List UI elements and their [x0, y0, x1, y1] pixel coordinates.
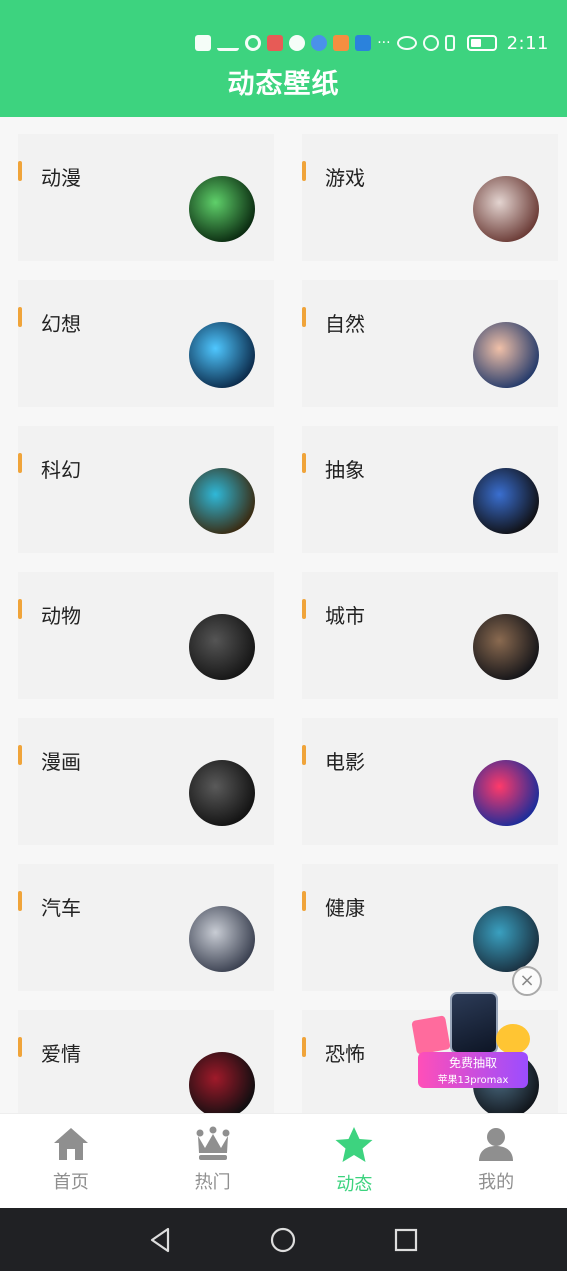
- category-label: 科幻: [41, 458, 81, 482]
- category-card[interactable]: 电影: [302, 718, 558, 845]
- eye-icon: [396, 36, 417, 50]
- more-notifications-icon: ···: [377, 35, 391, 51]
- ad-line1: 免费抽取: [448, 1056, 497, 1070]
- wifi-icon: [245, 35, 262, 51]
- accent-bar: [302, 161, 306, 181]
- tab-label: 首页: [52, 1172, 89, 1193]
- category-thumbnail: [189, 906, 255, 972]
- bulb-icon: [355, 35, 372, 51]
- home-circle-icon[interactable]: [268, 1225, 298, 1255]
- globe-icon: [289, 35, 306, 51]
- hd-icon: [195, 35, 212, 51]
- signal-icon: [217, 35, 240, 51]
- tab-label: 我的: [478, 1172, 515, 1193]
- category-card[interactable]: 自然: [302, 280, 558, 407]
- category-card[interactable]: 动漫: [18, 134, 274, 261]
- floating-ad[interactable]: × 免费抽取 苹果13promax: [404, 966, 554, 1090]
- tab-dynamic[interactable]: 动态: [284, 1114, 426, 1208]
- back-icon[interactable]: [146, 1225, 176, 1255]
- system-nav-bar: [0, 1208, 567, 1271]
- user-icon: [479, 1128, 514, 1161]
- category-thumbnail: [473, 468, 539, 534]
- category-label: 自然: [325, 312, 365, 336]
- tab-hot[interactable]: 热门: [142, 1114, 284, 1208]
- category-thumbnail: [473, 176, 539, 242]
- ad-close-button[interactable]: ×: [512, 966, 542, 996]
- category-card[interactable]: 动物: [18, 572, 274, 699]
- category-card[interactable]: 漫画: [18, 718, 274, 845]
- accent-bar: [302, 891, 306, 911]
- accent-bar: [18, 307, 22, 327]
- category-thumbnail: [473, 614, 539, 680]
- play-icon: [333, 35, 350, 51]
- category-label: 游戏: [325, 166, 365, 190]
- status-bar: ··· 2:11: [150, 30, 549, 56]
- category-card[interactable]: 汽车: [18, 864, 274, 991]
- category-card[interactable]: 游戏: [302, 134, 558, 261]
- category-label: 动漫: [41, 166, 81, 190]
- category-label: 漫画: [41, 750, 81, 774]
- category-label: 恐怖: [325, 1042, 365, 1066]
- crown-icon: [196, 1126, 230, 1160]
- category-thumbnail: [473, 760, 539, 826]
- battery-icon: [466, 35, 497, 51]
- home-icon: [53, 1128, 88, 1160]
- accent-bar: [302, 599, 306, 619]
- tab-label: 动态: [336, 1174, 373, 1195]
- status-icons: ···: [195, 35, 455, 51]
- category-card[interactable]: 抽象: [302, 426, 558, 553]
- tab-mine[interactable]: 我的: [425, 1114, 567, 1208]
- category-label: 动物: [41, 604, 81, 628]
- category-thumbnail: [189, 468, 255, 534]
- category-card[interactable]: 幻想: [18, 280, 274, 407]
- category-card[interactable]: 城市: [302, 572, 558, 699]
- recents-icon[interactable]: [391, 1225, 421, 1255]
- page-title: 动态壁纸: [227, 69, 340, 100]
- category-label: 汽车: [41, 896, 81, 920]
- category-label: 健康: [325, 896, 365, 920]
- category-thumbnail: [473, 322, 539, 388]
- accent-bar: [18, 745, 22, 765]
- cloud-icon: [311, 35, 328, 51]
- status-time: 2:11: [506, 32, 549, 54]
- ad-banner[interactable]: 免费抽取 苹果13promax: [418, 1052, 528, 1088]
- phone-image: [450, 992, 498, 1054]
- category-label: 幻想: [41, 312, 81, 336]
- app-header: ··· 2:11 动态壁纸: [0, 0, 567, 117]
- category-label: 爱情: [41, 1042, 81, 1066]
- category-label: 抽象: [325, 458, 365, 482]
- vibrate-icon: [444, 35, 455, 51]
- category-label: 电影: [325, 750, 365, 774]
- accent-bar: [18, 599, 22, 619]
- accent-bar: [302, 1037, 306, 1057]
- accent-bar: [18, 161, 22, 181]
- category-thumbnail: [189, 322, 255, 388]
- tab-label: 热门: [194, 1172, 231, 1193]
- accent-bar: [18, 891, 22, 911]
- category-thumbnail: [189, 760, 255, 826]
- alarm-icon: [422, 35, 439, 51]
- star-icon: [335, 1127, 373, 1162]
- category-label: 城市: [325, 604, 365, 628]
- accent-bar: [18, 453, 22, 473]
- category-thumbnail: [189, 176, 255, 242]
- accent-bar: [302, 307, 306, 327]
- category-thumbnail: [189, 614, 255, 680]
- coin-icon: [496, 1024, 530, 1054]
- accent-bar: [18, 1037, 22, 1057]
- app-notification-icon: [267, 35, 284, 51]
- ad-line2: 苹果13promax: [437, 1075, 509, 1086]
- gift-box-icon: [411, 1015, 451, 1055]
- category-card[interactable]: 科幻: [18, 426, 274, 553]
- category-thumbnail: [473, 906, 539, 972]
- accent-bar: [302, 745, 306, 765]
- tab-home[interactable]: 首页: [0, 1114, 142, 1208]
- bottom-tab-bar: 首页 热门 动态 我的: [0, 1113, 567, 1208]
- accent-bar: [302, 453, 306, 473]
- category-thumbnail: [189, 1052, 255, 1118]
